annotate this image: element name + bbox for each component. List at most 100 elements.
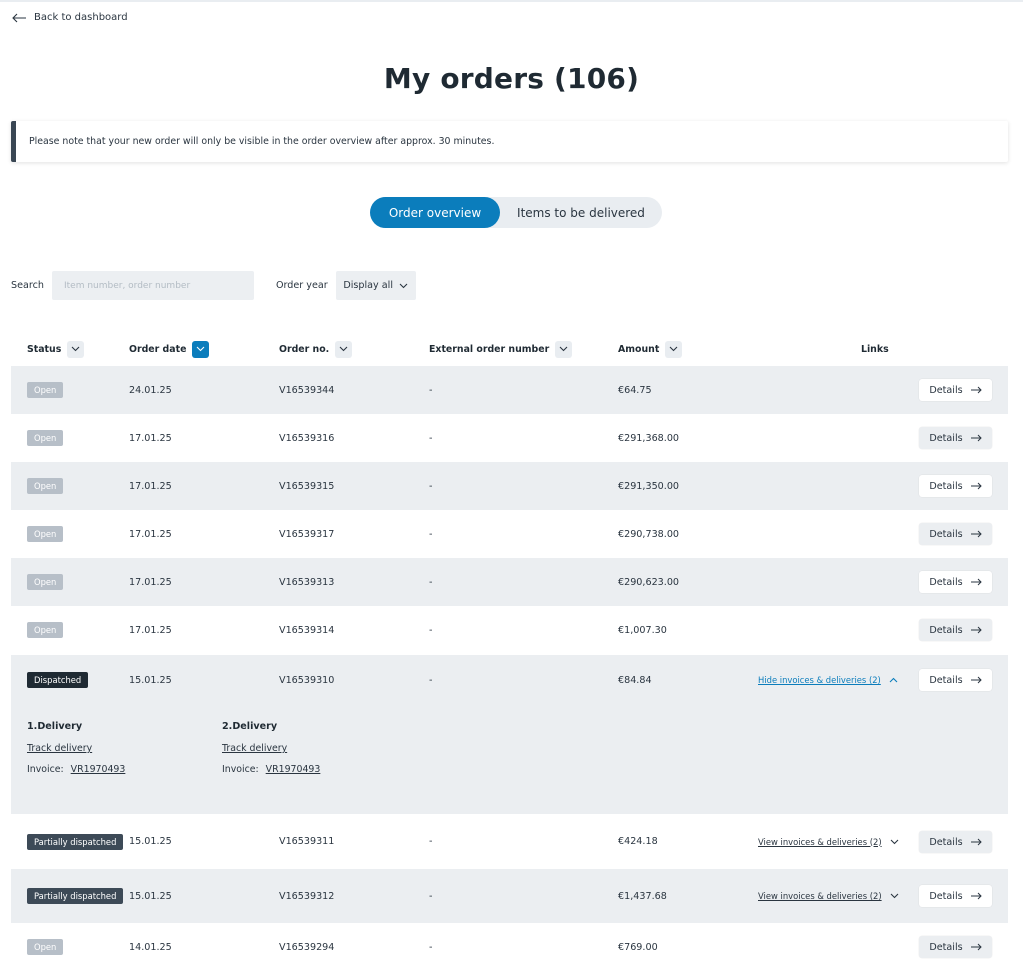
details-button[interactable]: Details — [919, 379, 992, 401]
search-label: Search — [11, 280, 44, 291]
invoice-label: Invoice: — [27, 764, 64, 775]
status-badge: Open — [27, 478, 64, 494]
hide-invoices-deliveries-link[interactable]: Hide invoices & deliveries (2) — [758, 655, 898, 705]
status-cell: Open — [27, 366, 64, 414]
invoice-link[interactable]: VR1970493 — [266, 764, 321, 775]
external-order-cell: - — [429, 941, 433, 953]
search-input[interactable] — [51, 271, 254, 300]
notice-text: Please note that your new order will onl… — [29, 136, 495, 147]
delivery-title: 1.Delivery — [27, 721, 83, 732]
external-order-cell: - — [429, 528, 433, 540]
table-row: Open 14.01.25 V16539294 - €769.00 Detail… — [11, 923, 1008, 971]
external-order-cell: - — [429, 624, 433, 636]
order-no-cell: V16539344 — [279, 384, 335, 396]
header-amount: Amount — [618, 338, 683, 360]
amount-cell: €64.75 — [618, 384, 652, 396]
status-badge: Partially dispatched — [27, 888, 124, 904]
order-date-cell: 17.01.25 — [129, 480, 172, 492]
back-to-dashboard-link[interactable]: Back to dashboard — [11, 12, 128, 23]
header-external-label: External order number — [429, 343, 550, 355]
table-row: Open 17.01.25 V16539315 - €291,350.00 De… — [11, 462, 1008, 510]
table-row: Open 17.01.25 V16539313 - €290,623.00 De… — [11, 558, 1008, 606]
details-button[interactable]: Details — [919, 831, 992, 853]
details-button[interactable]: Details — [919, 936, 992, 958]
status-cell: Dispatched — [27, 655, 89, 705]
sort-external-button[interactable] — [555, 340, 573, 358]
invoices-link-label: Hide invoices & deliveries (2) — [758, 675, 881, 685]
amount-cell: €291,368.00 — [618, 432, 680, 444]
details-button[interactable]: Details — [919, 885, 992, 907]
order-year-select[interactable]: Display all — [335, 271, 416, 300]
view-toggle: Order overview Items to be delivered — [370, 197, 662, 228]
status-badge: Open — [27, 382, 64, 398]
external-order-cell: - — [429, 432, 433, 444]
status-cell: Open — [27, 558, 64, 606]
track-delivery-link[interactable]: Track delivery — [222, 743, 402, 754]
amount-cell: €84.84 — [618, 674, 652, 686]
order-date-cell: 17.01.25 — [129, 576, 172, 588]
header-amount-label: Amount — [618, 343, 660, 355]
header-links: Links — [861, 338, 889, 360]
order-year-label: Order year — [275, 280, 328, 291]
status-cell: Partially dispatched — [27, 814, 124, 869]
arrow-right-icon — [970, 892, 982, 900]
delivery-block: 1.Delivery Track delivery Invoice: VR197… — [27, 721, 207, 775]
header-date-label: Order date — [129, 343, 187, 355]
info-notice: Please note that your new order will onl… — [11, 121, 1008, 162]
header-links-label: Links — [861, 343, 889, 355]
details-button[interactable]: Details — [919, 571, 992, 593]
tab-order-overview[interactable]: Order overview — [370, 197, 500, 228]
track-delivery-link[interactable]: Track delivery — [27, 743, 207, 754]
external-order-cell: - — [429, 480, 433, 492]
table-row: Open 17.01.25 V16539314 - €1,007.30 Deta… — [11, 606, 1008, 654]
details-button[interactable]: Details — [919, 475, 992, 497]
tab-items-to-be-delivered[interactable]: Items to be delivered — [500, 197, 662, 228]
details-button[interactable]: Details — [919, 619, 992, 641]
arrow-right-icon — [970, 482, 982, 490]
invoices-link-label: View invoices & deliveries (2) — [758, 891, 882, 901]
view-invoices-deliveries-link[interactable]: View invoices & deliveries (2) — [758, 869, 899, 923]
status-cell: Open — [27, 510, 64, 558]
external-order-cell: - — [429, 890, 433, 902]
order-no-cell: V16539314 — [279, 624, 335, 636]
details-button[interactable]: Details — [919, 523, 992, 545]
details-label: Details — [929, 384, 963, 396]
chevron-down-icon — [890, 839, 898, 844]
arrow-right-icon — [970, 434, 982, 442]
order-no-cell: V16539312 — [279, 890, 335, 902]
sort-date-button[interactable] — [192, 340, 210, 358]
table-row: Open 24.01.25 V16539344 - €64.75 Details — [11, 366, 1008, 414]
back-label: Back to dashboard — [34, 12, 128, 23]
sort-amount-button[interactable] — [665, 340, 683, 358]
amount-cell: €290,738.00 — [618, 528, 680, 540]
details-button[interactable]: Details — [919, 669, 992, 691]
delivery-block: 2.Delivery Track delivery Invoice: VR197… — [222, 721, 402, 775]
sort-order-no-button[interactable] — [335, 340, 353, 358]
order-date-cell: 24.01.25 — [129, 384, 172, 396]
top-divider — [0, 0, 1023, 2]
status-cell: Open — [27, 414, 64, 462]
amount-cell: €769.00 — [618, 941, 658, 953]
sort-status-button[interactable] — [67, 340, 85, 358]
order-date-cell: 15.01.25 — [129, 836, 172, 847]
order-date-cell: 17.01.25 — [129, 528, 172, 540]
status-badge: Partially dispatched — [27, 833, 124, 850]
details-button[interactable]: Details — [919, 427, 992, 449]
order-no-cell: V16539317 — [279, 528, 335, 540]
invoice-link[interactable]: VR1970493 — [71, 764, 126, 775]
table-row: Partially dispatched 15.01.25 V16539311 … — [11, 814, 1008, 869]
order-date-cell: 17.01.25 — [129, 624, 172, 636]
header-order-date: Order date — [129, 338, 210, 360]
view-invoices-deliveries-link[interactable]: View invoices & deliveries (2) — [758, 814, 899, 869]
external-order-cell: - — [429, 674, 433, 686]
invoice-label: Invoice: — [222, 764, 259, 775]
filter-bar: Search Order year Display all — [11, 271, 416, 300]
table-row: Dispatched 15.01.25 V16539310 - €84.84 H… — [11, 655, 1008, 705]
order-date-cell: 15.01.25 — [129, 890, 172, 902]
status-cell: Open — [27, 606, 64, 654]
amount-cell: €291,350.00 — [618, 480, 680, 492]
details-label: Details — [929, 836, 963, 848]
order-no-cell: V16539311 — [279, 836, 335, 847]
status-badge: Open — [27, 622, 64, 638]
external-order-cell: - — [429, 384, 433, 396]
